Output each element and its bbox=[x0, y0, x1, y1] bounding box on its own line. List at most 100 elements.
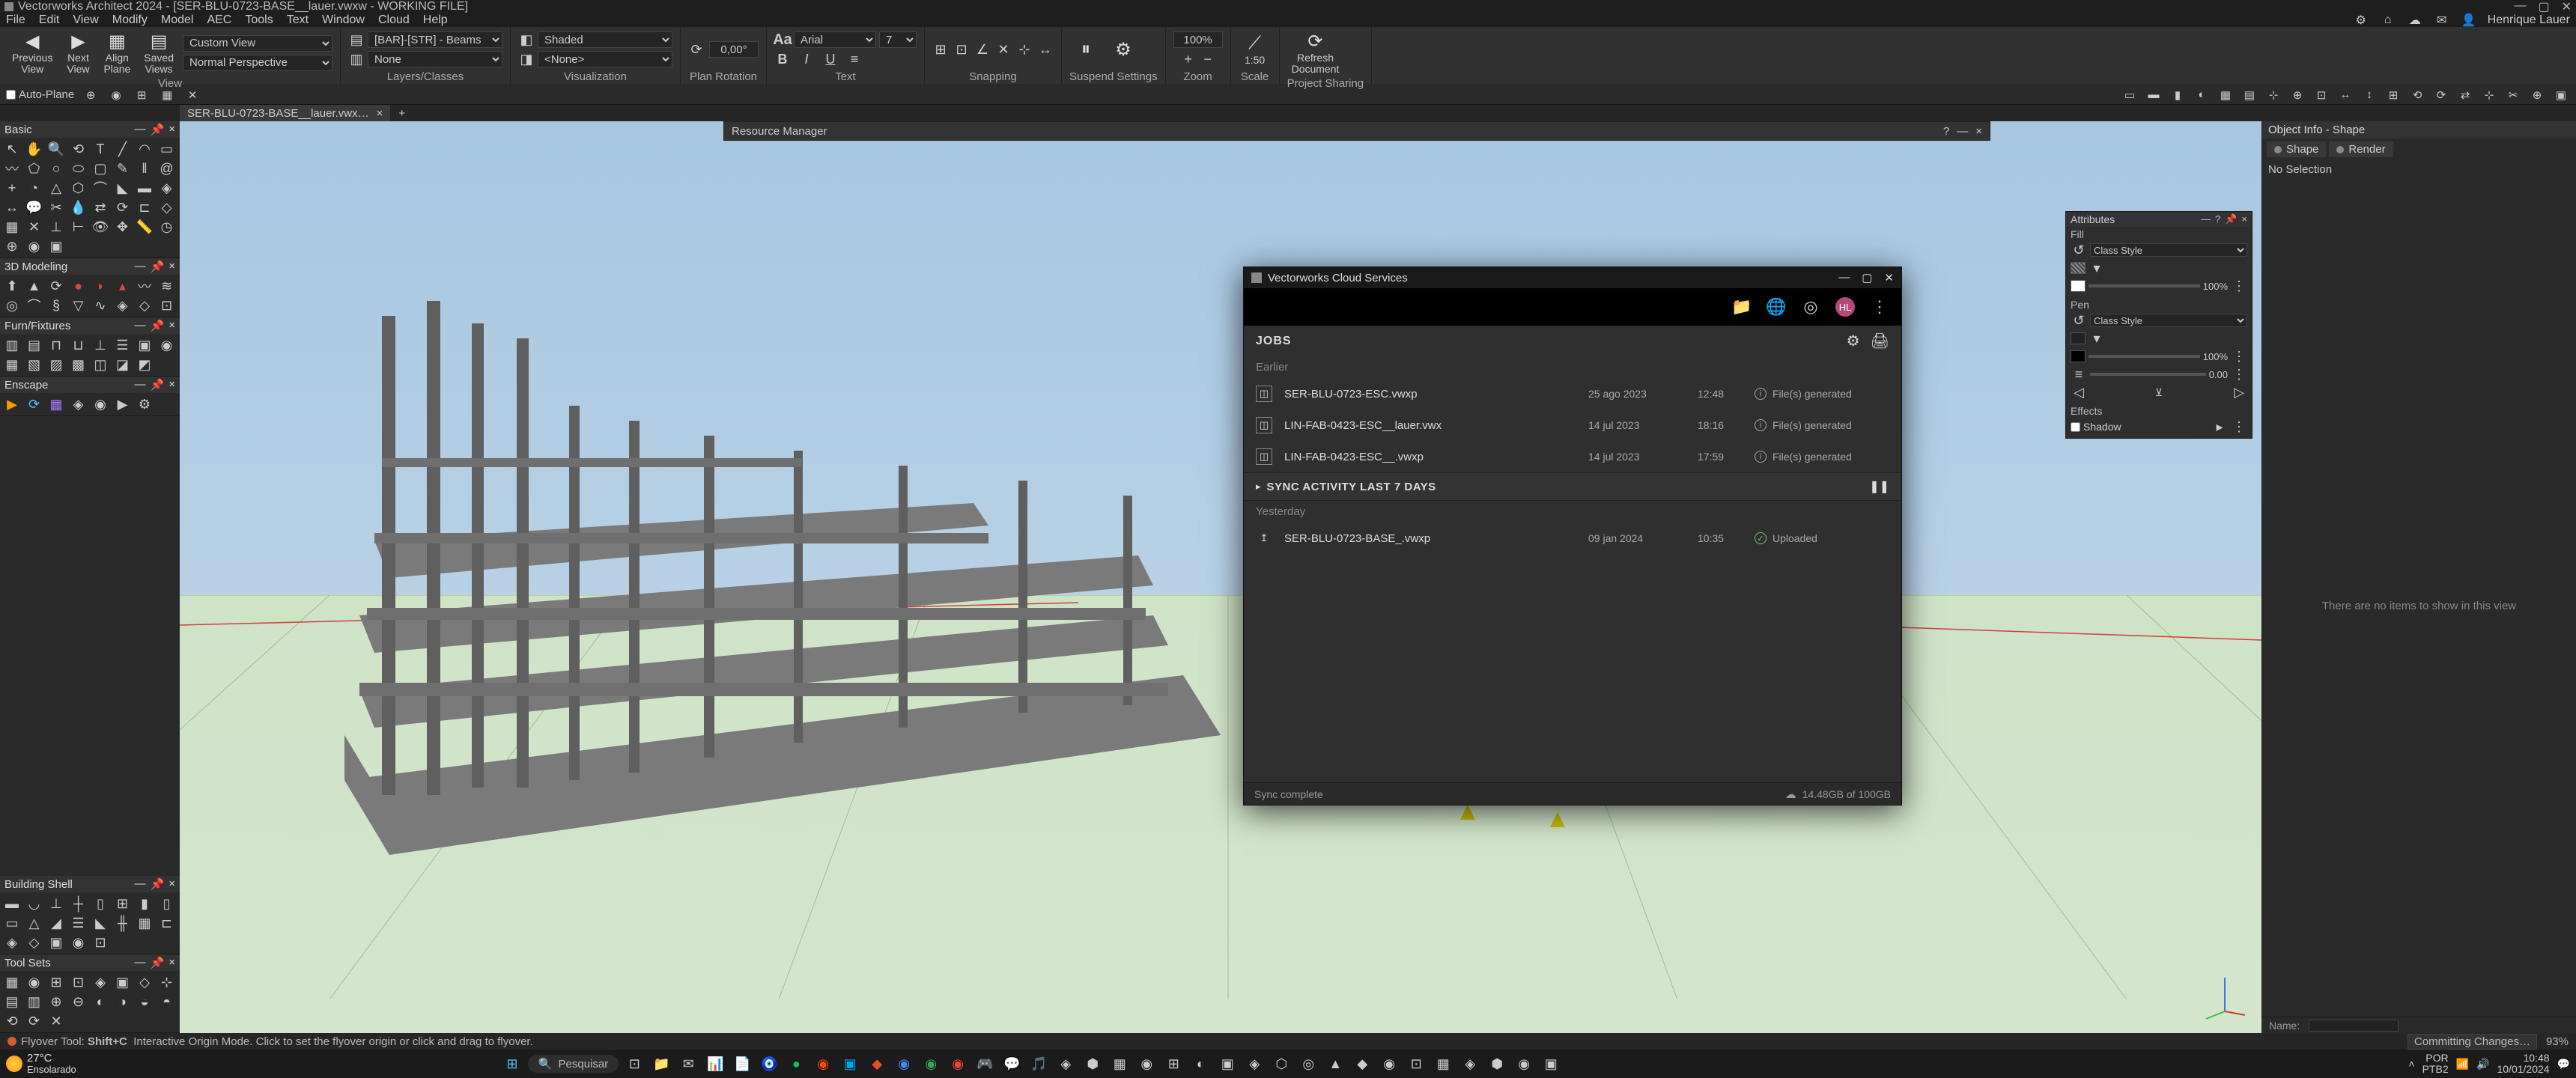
lineweight-menu[interactable]: ⋮ bbox=[2231, 366, 2247, 383]
taskbar-app-1[interactable]: 📁 bbox=[650, 1053, 672, 1075]
taskbar-app-14[interactable]: 💬 bbox=[1000, 1053, 1023, 1075]
column-tool[interactable]: ▮ bbox=[134, 894, 155, 913]
door-tool[interactable]: ▯ bbox=[90, 894, 111, 913]
fill-opacity-menu[interactable]: ⋮ bbox=[2231, 278, 2247, 294]
taskbar-app-34[interactable]: ▣ bbox=[1540, 1053, 1562, 1075]
fill-color-swatch[interactable] bbox=[2071, 280, 2086, 292]
mode-tool-5[interactable]: ✕ bbox=[183, 88, 201, 103]
furn-extra4[interactable]: ▩ bbox=[68, 355, 89, 374]
spiral-tool[interactable]: @ bbox=[157, 159, 177, 178]
appliance-tool[interactable]: ▣ bbox=[134, 335, 155, 355]
toolset-1[interactable]: ▦ bbox=[1, 972, 22, 992]
selection-tool[interactable]: ↖ bbox=[1, 139, 22, 159]
cone-tool[interactable]: ▴ bbox=[112, 276, 133, 296]
toolbar-icon-14[interactable]: ⟳ bbox=[2432, 88, 2450, 103]
dim-tool[interactable]: ↔ bbox=[1, 198, 22, 217]
furn-extra2[interactable]: ▧ bbox=[24, 355, 45, 374]
toolset-18[interactable]: ⟳ bbox=[24, 1011, 45, 1031]
taskbar-app-27[interactable]: ◆ bbox=[1351, 1053, 1373, 1075]
deform-tool[interactable]: ∿ bbox=[90, 296, 111, 315]
basic-extra-1[interactable]: ⊕ bbox=[1, 237, 22, 256]
next-view-button[interactable]: ▶Next View bbox=[61, 30, 94, 76]
snap-distance-icon[interactable]: ↔ bbox=[1037, 41, 1054, 58]
autoplane-checkbox[interactable]: Auto-Plane bbox=[6, 88, 74, 101]
scale-button[interactable]: ⟋1:50 bbox=[1239, 32, 1272, 67]
taskbar-app-19[interactable]: ◉ bbox=[1135, 1053, 1158, 1075]
sweep-tool[interactable]: ⟳ bbox=[46, 276, 67, 296]
job-row[interactable]: ◫ LIN-FAB-0423-ESC__.vwxp 14 jul 2023 17… bbox=[1244, 441, 1901, 472]
home-icon[interactable]: ⌂ bbox=[2380, 12, 2396, 28]
visibility-tool[interactable]: 👁 bbox=[90, 217, 111, 237]
shelving-tool[interactable]: ☰ bbox=[112, 335, 133, 355]
3d-extra2[interactable]: ◇ bbox=[134, 296, 155, 315]
rm-close-icon[interactable]: × bbox=[1975, 125, 1982, 138]
menu-modify[interactable]: Modify bbox=[112, 13, 148, 27]
toolbar-icon-15[interactable]: ⇄ bbox=[2456, 88, 2474, 103]
menu-aec[interactable]: AEC bbox=[207, 13, 231, 27]
taskbar-app-10[interactable]: ◉ bbox=[893, 1053, 915, 1075]
jobs-settings-icon[interactable]: ⚙ bbox=[1847, 332, 1860, 350]
shell-extra3[interactable]: ▣ bbox=[46, 933, 67, 952]
snap-grid-icon[interactable]: ⊞ bbox=[932, 41, 949, 58]
polyline-tool[interactable]: 〰 bbox=[1, 159, 22, 178]
mode-tool-2[interactable]: ◉ bbox=[107, 88, 125, 103]
taskbar-app-4[interactable]: 📄 bbox=[731, 1053, 753, 1075]
document-tab-close[interactable]: × bbox=[377, 107, 383, 120]
3d-extra1[interactable]: ◈ bbox=[112, 296, 133, 315]
render-style-select[interactable]: <None> bbox=[538, 51, 672, 67]
tray-notifications-icon[interactable]: 💬 bbox=[2557, 1058, 2570, 1071]
palette-furn-header[interactable]: Furn/Fixtures—📌× bbox=[0, 317, 180, 334]
taskbar-app-12[interactable]: ◉ bbox=[947, 1053, 969, 1075]
pen-reset-icon[interactable]: ↺ bbox=[2071, 312, 2087, 329]
shadow-settings-icon[interactable]: ▸ bbox=[2211, 418, 2228, 435]
menu-file[interactable]: File bbox=[6, 13, 25, 27]
object-info-tab-shape[interactable]: Shape bbox=[2267, 141, 2326, 157]
pan-tool[interactable]: ✋ bbox=[24, 139, 45, 159]
settings-gear-button[interactable]: ⚙ bbox=[1107, 38, 1140, 61]
roof-face-tool[interactable]: ◢ bbox=[46, 913, 67, 933]
taskbar-app-16[interactable]: ◈ bbox=[1054, 1053, 1077, 1075]
fill-style-select[interactable]: Class Style bbox=[2090, 243, 2247, 257]
rect-tool[interactable]: ▭ bbox=[157, 139, 177, 159]
add-tab-button[interactable]: + bbox=[391, 107, 413, 120]
wall-tool[interactable]: ▬ bbox=[134, 178, 155, 198]
base-cabinet-tool[interactable]: ▤ bbox=[24, 335, 45, 355]
taskbar-app-29[interactable]: ⊡ bbox=[1405, 1053, 1427, 1075]
snap-angle-icon[interactable]: ∠ bbox=[974, 41, 991, 58]
class-select[interactable]: None bbox=[368, 51, 502, 67]
cloud-menu-icon[interactable]: ⋮ bbox=[1870, 297, 1889, 317]
furn-extra3[interactable]: ▨ bbox=[46, 355, 67, 374]
wall-end-cap[interactable]: ⊏ bbox=[157, 913, 177, 933]
extrude-tool[interactable]: ▲ bbox=[24, 276, 45, 296]
freehand-tool[interactable]: ✎ bbox=[112, 159, 133, 178]
taskbar-app-11[interactable]: ◉ bbox=[920, 1053, 942, 1075]
fillet-tool[interactable]: ⌒ bbox=[90, 178, 111, 198]
triangle-tool[interactable]: △ bbox=[46, 178, 67, 198]
ramp-tool[interactable]: ◣ bbox=[90, 913, 111, 933]
cloud-icon[interactable]: ☁ bbox=[2407, 12, 2423, 28]
fill-pattern-swatch[interactable] bbox=[2071, 262, 2086, 274]
shell-tool[interactable]: ◎ bbox=[1, 296, 22, 315]
curtain-wall-tool[interactable]: ▦ bbox=[134, 913, 155, 933]
palette-toolsets-header[interactable]: Tool Sets—📌× bbox=[0, 954, 180, 971]
sync-pause-button[interactable]: ❚❚ bbox=[1869, 479, 1889, 494]
round-wall-tool[interactable]: ◡ bbox=[24, 894, 45, 913]
offset-tool[interactable]: ⊏ bbox=[134, 198, 155, 217]
sync-row[interactable]: ↥ SER-BLU-0723-BASE_.vwxp 09 jan 2024 10… bbox=[1244, 523, 1901, 554]
enscape-mat[interactable]: ◉ bbox=[90, 395, 111, 414]
cloud-activity-icon[interactable]: ◎ bbox=[1801, 297, 1820, 317]
toolset-3[interactable]: ⊞ bbox=[46, 972, 67, 992]
rm-min-icon[interactable]: — bbox=[1957, 125, 1968, 138]
toolset-10[interactable]: ▥ bbox=[24, 992, 45, 1011]
taskbar-app-15[interactable]: 🎵 bbox=[1027, 1053, 1050, 1075]
mirror-tool[interactable]: ⇄ bbox=[90, 198, 111, 217]
taskbar-app-8[interactable]: ▣ bbox=[839, 1053, 861, 1075]
fill-opacity-slider[interactable] bbox=[2089, 284, 2200, 287]
document-tab[interactable]: SER-BLU-0723-BASE__lauer.vwx… × bbox=[180, 105, 391, 121]
roof-tool[interactable]: △ bbox=[24, 913, 45, 933]
shadow-menu-icon[interactable]: ⋮ bbox=[2231, 418, 2247, 435]
start-button[interactable]: ⊞ bbox=[501, 1053, 523, 1075]
object-name-input[interactable] bbox=[2309, 1020, 2399, 1032]
circle-tool[interactable]: ○ bbox=[46, 159, 67, 178]
user-name[interactable]: Henrique Lauer bbox=[2488, 13, 2570, 27]
